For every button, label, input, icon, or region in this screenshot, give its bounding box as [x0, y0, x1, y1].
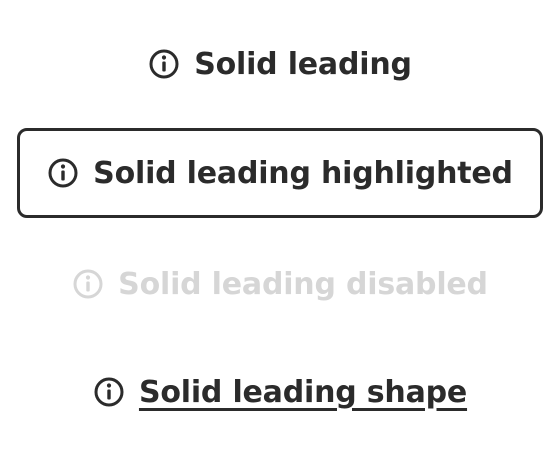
solid-leading-button[interactable]: Solid leading: [0, 36, 560, 92]
info-circle-icon: [72, 268, 104, 300]
solid-leading-highlighted-label: Solid leading highlighted: [93, 155, 513, 191]
info-circle-icon: [93, 376, 125, 408]
solid-leading-shape-button[interactable]: Solid leading shape: [0, 364, 560, 420]
solid-leading-shape-label: Solid leading shape: [138, 374, 468, 410]
solid-leading-disabled-button: Solid leading disabled: [0, 256, 560, 312]
solid-leading-disabled-label: Solid leading disabled: [118, 266, 488, 302]
solid-leading-highlighted-button[interactable]: Solid leading highlighted: [17, 128, 543, 218]
solid-leading-label: Solid leading: [194, 46, 412, 82]
info-circle-icon: [47, 157, 79, 189]
info-circle-icon: [148, 48, 180, 80]
